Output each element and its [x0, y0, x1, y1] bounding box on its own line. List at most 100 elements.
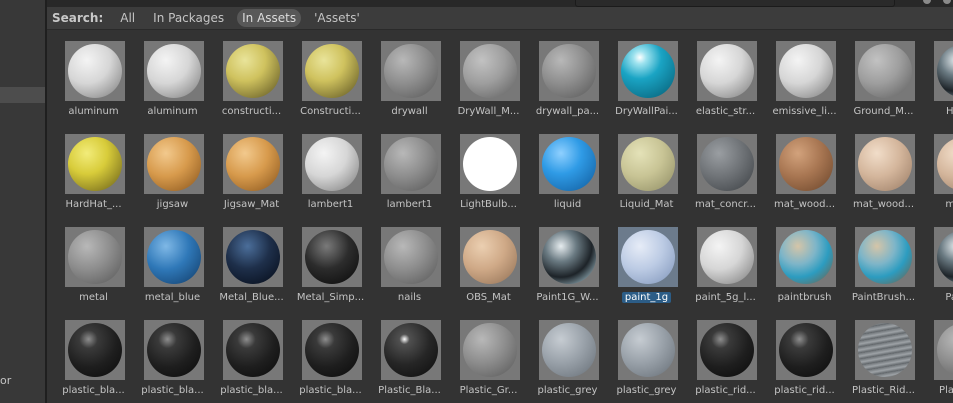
material-thumbnail: [934, 320, 953, 380]
asset-tile[interactable]: mat_wood...: [767, 125, 842, 217]
asset-tile[interactable]: nails: [372, 218, 447, 310]
asset-name: mat_concr...: [686, 198, 765, 212]
scope-in-packages[interactable]: In Packages: [148, 9, 229, 27]
asset-tile[interactable]: lambert1: [293, 125, 368, 217]
asset-tile[interactable]: DryWallPai...: [609, 32, 684, 124]
asset-tile[interactable]: Plastic_Bla...: [372, 311, 447, 403]
asset-tile[interactable]: elastic_str...: [688, 32, 763, 124]
material-sphere-icon: [542, 137, 596, 191]
material-thumbnail: [539, 134, 599, 194]
asset-tile[interactable]: Plastic_Gr...: [451, 311, 526, 403]
search-field[interactable]: [575, 0, 895, 7]
asset-name-text: paintbrush: [777, 292, 832, 303]
material-thumbnail: [618, 320, 678, 380]
asset-tile[interactable]: Metal_Simp...: [293, 218, 368, 310]
material-sphere-icon: [621, 230, 675, 284]
selected-folder-row[interactable]: [0, 87, 45, 103]
asset-name: Ham...: [923, 105, 953, 119]
asset-tile[interactable]: DryWall_M...: [451, 32, 526, 124]
asset-tile[interactable]: aluminum: [56, 32, 131, 124]
asset-tile[interactable]: Ham...: [925, 32, 953, 124]
material-sphere-icon: [463, 323, 517, 377]
asset-tile[interactable]: plastic_grey: [609, 311, 684, 403]
asset-tile[interactable]: mat_concr...: [688, 125, 763, 217]
toolbar-icon[interactable]: [923, 0, 931, 4]
asset-tile[interactable]: plastic_bla...: [214, 311, 289, 403]
asset-tile[interactable]: metal: [56, 218, 131, 310]
asset-tile[interactable]: OBS_Mat: [451, 218, 526, 310]
material-thumbnail: [776, 227, 836, 287]
asset-tile[interactable]: Paint...: [925, 218, 953, 310]
asset-tile[interactable]: emissive_li...: [767, 32, 842, 124]
material-thumbnail: [934, 227, 953, 287]
scope-all[interactable]: All: [115, 9, 140, 27]
asset-tile[interactable]: aluminum: [135, 32, 210, 124]
asset-name: liquid: [528, 198, 607, 212]
asset-name: PaintBrush...: [844, 291, 923, 305]
toolbar-icon[interactable]: [943, 0, 951, 4]
asset-name: plastic_bla...: [212, 384, 291, 398]
asset-name: Liquid_Mat: [607, 198, 686, 212]
asset-tile[interactable]: Paint1G_W...: [530, 218, 605, 310]
asset-name: metal_blue: [133, 291, 212, 305]
material-sphere-icon: [147, 44, 201, 98]
asset-tile[interactable]: paint_1g: [609, 218, 684, 310]
asset-tile[interactable]: metal_blue: [135, 218, 210, 310]
asset-tile[interactable]: plastic_bla...: [56, 311, 131, 403]
material-thumbnail: [302, 320, 362, 380]
asset-name: Jigsaw_Mat: [212, 198, 291, 212]
asset-tile[interactable]: Ground_M...: [846, 32, 921, 124]
asset-name: paint_5g_l...: [686, 291, 765, 305]
asset-tile[interactable]: drywall_pa...: [530, 32, 605, 124]
asset-tile[interactable]: liquid: [530, 125, 605, 217]
asset-tile[interactable]: HardHat_...: [56, 125, 131, 217]
asset-name-text: plastic_rid...: [774, 385, 835, 396]
material-thumbnail: [697, 227, 757, 287]
material-sphere-icon: [147, 323, 201, 377]
asset-tile[interactable]: PaintBrush...: [846, 218, 921, 310]
asset-tile[interactable]: Plastic_Rid...: [846, 311, 921, 403]
asset-name: Constructi...: [291, 105, 370, 119]
asset-tile[interactable]: Plastic_...: [925, 311, 953, 403]
asset-tile[interactable]: constructi...: [214, 32, 289, 124]
asset-name-text: plastic_rid...: [695, 385, 756, 396]
asset-tile[interactable]: jigsaw: [135, 125, 210, 217]
asset-tile[interactable]: LightBulb...: [451, 125, 526, 217]
asset-tile[interactable]: plastic_bla...: [293, 311, 368, 403]
asset-name-text: Paint...: [945, 292, 953, 303]
asset-name-text: plastic_bla...: [62, 385, 125, 396]
scope-assets-folder[interactable]: 'Assets': [309, 9, 365, 27]
asset-tile[interactable]: Constructi...: [293, 32, 368, 124]
asset-name-text: HardHat_...: [65, 199, 122, 210]
asset-name: Ground_M...: [844, 105, 923, 119]
material-thumbnail: [855, 41, 915, 101]
asset-name-text: plastic_bla...: [299, 385, 362, 396]
material-sphere-icon: [542, 323, 596, 377]
asset-tile[interactable]: drywall: [372, 32, 447, 124]
material-sphere-icon: [384, 230, 438, 284]
asset-tile[interactable]: mat_...: [925, 125, 953, 217]
material-sphere-icon: [463, 137, 517, 191]
asset-tile[interactable]: Jigsaw_Mat: [214, 125, 289, 217]
material-thumbnail: [223, 41, 283, 101]
asset-tile[interactable]: plastic_rid...: [688, 311, 763, 403]
material-sphere-icon: [226, 230, 280, 284]
asset-tile[interactable]: paintbrush: [767, 218, 842, 310]
asset-tile[interactable]: mat_wood...: [846, 125, 921, 217]
scope-in-assets[interactable]: In Assets: [237, 9, 302, 27]
asset-tile[interactable]: plastic_grey: [530, 311, 605, 403]
asset-tile[interactable]: Metal_Blue...: [214, 218, 289, 310]
material-thumbnail: [618, 41, 678, 101]
material-sphere-icon: [463, 44, 517, 98]
asset-tile[interactable]: lambert1: [372, 125, 447, 217]
asset-tile[interactable]: paint_5g_l...: [688, 218, 763, 310]
material-thumbnail: [460, 227, 520, 287]
material-sphere-icon: [305, 137, 359, 191]
material-thumbnail: [65, 41, 125, 101]
asset-tile[interactable]: plastic_rid...: [767, 311, 842, 403]
material-thumbnail: [223, 134, 283, 194]
asset-tile[interactable]: Liquid_Mat: [609, 125, 684, 217]
asset-name: paint_1g: [607, 291, 686, 305]
asset-name-text: Metal_Blue...: [219, 292, 284, 303]
asset-tile[interactable]: plastic_bla...: [135, 311, 210, 403]
